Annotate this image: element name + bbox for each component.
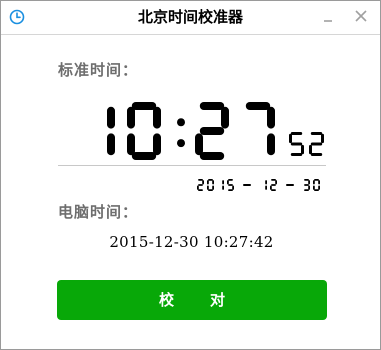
date-dash bbox=[286, 184, 294, 186]
date-digit bbox=[198, 179, 203, 181]
seconds-digit bbox=[321, 133, 324, 144]
standard-time-label: 标准时间： bbox=[58, 61, 139, 79]
calibrate-button[interactable]: 校对 bbox=[57, 280, 327, 320]
date-digit bbox=[228, 179, 233, 181]
date-digit bbox=[271, 179, 276, 181]
time-digit bbox=[267, 106, 275, 129]
standard-time-display bbox=[107, 102, 275, 160]
seconds-digit bbox=[310, 153, 323, 156]
time-digit bbox=[131, 152, 157, 160]
date-digit bbox=[198, 189, 203, 191]
date-digit bbox=[207, 180, 209, 185]
computer-time-label: 电脑时间： bbox=[58, 203, 139, 221]
date-digit bbox=[304, 184, 309, 186]
time-digit bbox=[195, 133, 203, 156]
date-digit bbox=[271, 184, 276, 186]
seconds-digit bbox=[309, 144, 312, 155]
date-digit bbox=[222, 180, 224, 185]
seconds-digit bbox=[310, 142, 323, 146]
date-digit bbox=[212, 180, 214, 185]
seconds-digit bbox=[290, 153, 303, 156]
seconds-digit bbox=[290, 142, 303, 146]
time-digit bbox=[199, 152, 225, 160]
time-digit bbox=[107, 133, 115, 156]
close-icon[interactable] bbox=[352, 7, 370, 25]
date-digit bbox=[304, 189, 309, 191]
date-digit bbox=[318, 180, 320, 185]
date-digit bbox=[228, 184, 233, 186]
date-digit bbox=[308, 180, 310, 185]
computer-time-value: 2015-12-30 10:27:42 bbox=[109, 233, 274, 251]
date-digit bbox=[207, 185, 209, 190]
time-colon bbox=[177, 139, 185, 148]
app-window: 北京时间校准器 标准时间： 电脑时间： 2015-12-30 10:27:42 … bbox=[0, 0, 381, 350]
time-digit bbox=[267, 133, 275, 156]
date-digit bbox=[271, 189, 276, 191]
date-digit bbox=[313, 185, 315, 190]
date-digit bbox=[265, 185, 267, 190]
time-digit bbox=[153, 106, 161, 129]
minimize-icon[interactable] bbox=[320, 7, 338, 25]
divider bbox=[58, 165, 326, 166]
time-digit bbox=[153, 133, 161, 156]
seconds-digit bbox=[301, 144, 304, 155]
date-digit bbox=[313, 180, 315, 185]
date-digit bbox=[227, 180, 229, 185]
time-digit bbox=[245, 102, 271, 110]
date-digit bbox=[270, 185, 272, 190]
date-digit bbox=[228, 189, 233, 191]
date-digit bbox=[232, 185, 234, 190]
date-digit bbox=[314, 189, 319, 191]
seconds-digit bbox=[290, 132, 303, 135]
date-digit bbox=[304, 179, 309, 181]
date-digit bbox=[275, 180, 277, 185]
time-digit bbox=[107, 106, 115, 129]
date-digit bbox=[318, 185, 320, 190]
date-digit bbox=[202, 180, 204, 185]
time-digit bbox=[221, 106, 229, 129]
time-digit bbox=[131, 102, 157, 110]
standard-date-display bbox=[197, 179, 320, 191]
date-digit bbox=[208, 179, 213, 181]
standard-time-seconds bbox=[289, 132, 324, 156]
date-digit bbox=[308, 185, 310, 190]
time-colon bbox=[177, 118, 185, 127]
date-dash bbox=[243, 184, 251, 186]
date-digit bbox=[212, 185, 214, 190]
title-bar[interactable]: 北京时间校准器 bbox=[1, 1, 380, 35]
seconds-digit bbox=[289, 133, 292, 144]
time-digit bbox=[199, 102, 225, 110]
date-digit bbox=[314, 179, 319, 181]
date-digit bbox=[198, 184, 203, 186]
time-digit bbox=[127, 106, 135, 129]
date-digit bbox=[222, 185, 224, 190]
seconds-digit bbox=[310, 132, 323, 135]
time-digit bbox=[199, 127, 225, 135]
date-digit bbox=[265, 180, 267, 185]
time-digit bbox=[127, 133, 135, 156]
date-digit bbox=[208, 189, 213, 191]
date-digit bbox=[197, 185, 199, 190]
